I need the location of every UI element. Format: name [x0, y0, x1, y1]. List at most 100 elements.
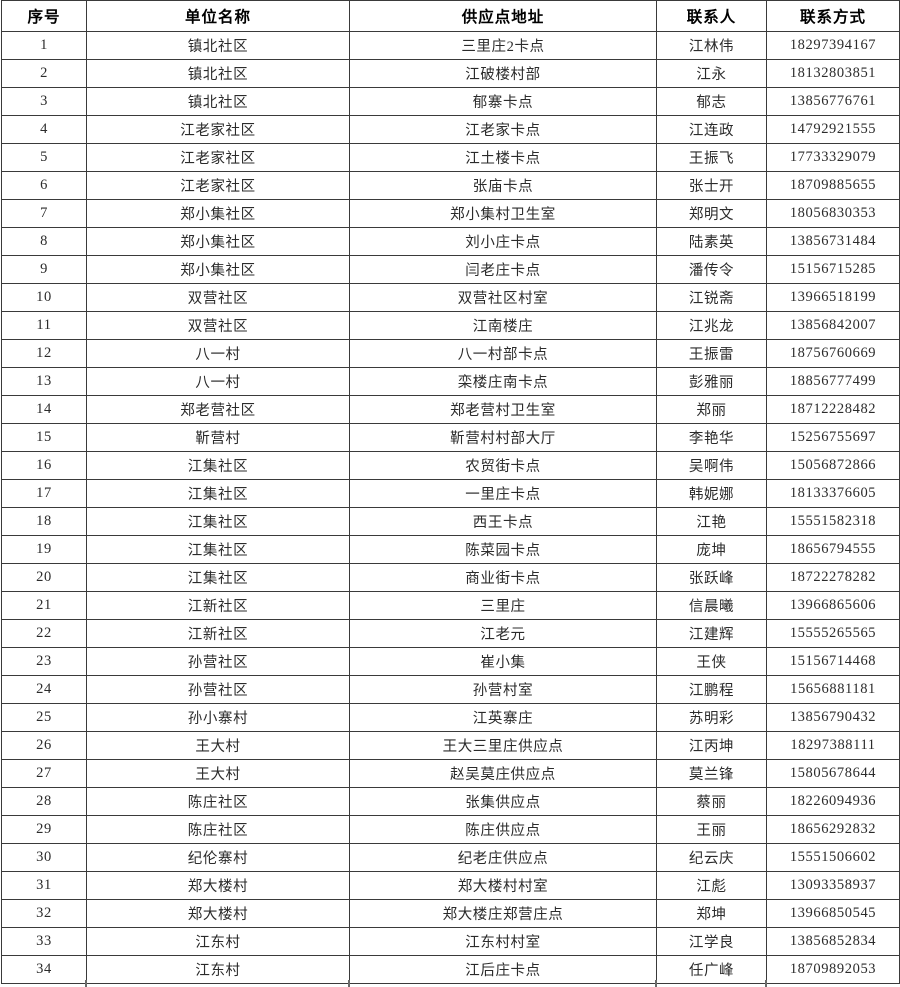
cell-person: 江锐斋: [656, 283, 767, 312]
table-row: 3 镇北社区 郁寨卡点 郁志 13856776761: [1, 87, 900, 116]
cell-no: 16: [1, 451, 87, 480]
cell-phone: 15805678644: [766, 759, 900, 788]
table-row: 25 孙小寨村 江英寨庄 苏明彩 13856790432: [1, 703, 900, 732]
cell-phone: 15156714468: [766, 647, 900, 676]
table-row: 2 镇北社区 江破楼村部 江永 18132803851: [1, 59, 900, 88]
cell-unit: 郑小集社区: [86, 255, 350, 284]
cell-phone: 18056830353: [766, 199, 900, 228]
cell-unit: 八一村: [86, 339, 350, 368]
cell-address: 张庙卡点: [349, 171, 657, 200]
table-row: 33 江东村 江东村村室 江学良 13856852834: [1, 927, 900, 956]
cell-phone: 13856776761: [766, 87, 900, 116]
cell-phone: 15256755697: [766, 423, 900, 452]
cell-address: 靳营村村部大厅: [349, 423, 657, 452]
cell-unit: 镇北社区: [86, 87, 350, 116]
table-row: 10 双营社区 双营社区村室 江锐斋 13966518199: [1, 283, 900, 312]
table-row: 23 孙营社区 崔小集 王侠 15156714468: [1, 647, 900, 676]
table-row: 28 陈庄社区 张集供应点 蔡丽 18226094936: [1, 787, 900, 816]
cell-no: 14: [1, 395, 87, 424]
supply-points-table: 序号 单位名称 供应点地址 联系人 联系方式 1 镇北社区 三里庄2卡点 江林伟 1829739…: [1, 0, 900, 984]
cell-person: 张士开: [656, 171, 767, 200]
cell-phone: 18656794555: [766, 535, 900, 564]
cell-unit: 江东村: [86, 927, 350, 956]
cell-address: 郁寨卡点: [349, 87, 657, 116]
cell-no: 5: [1, 143, 87, 172]
cell-person: 郁志: [656, 87, 767, 116]
cell-phone: 13966865606: [766, 591, 900, 620]
cell-person: 江学良: [656, 927, 767, 956]
cell-person: 江建辉: [656, 619, 767, 648]
cell-address: 江英寨庄: [349, 703, 657, 732]
cell-no: 23: [1, 647, 87, 676]
cell-unit: 王大村: [86, 731, 350, 760]
cell-phone: 18132803851: [766, 59, 900, 88]
cell-no: 2: [1, 59, 87, 88]
cell-no: 10: [1, 283, 87, 312]
cell-address: 八一村部卡点: [349, 339, 657, 368]
cell-no: 4: [1, 115, 87, 144]
cell-address: 江南楼庄: [349, 311, 657, 340]
cell-phone: 14792921555: [766, 115, 900, 144]
cell-person: 江兆龙: [656, 311, 767, 340]
cell-phone: 18226094936: [766, 787, 900, 816]
table-row: 24 孙营社区 孙营村室 江鹏程 15656881181: [1, 675, 900, 704]
cell-unit: 江新社区: [86, 619, 350, 648]
table-row: 4 江老家社区 江老家卡点 江连政 14792921555: [1, 115, 900, 144]
column-header-unit: 单位名称: [86, 0, 350, 32]
cell-unit: 镇北社区: [86, 59, 350, 88]
cell-no: 22: [1, 619, 87, 648]
cell-unit: 八一村: [86, 367, 350, 396]
cell-person: 郑坤: [656, 899, 767, 928]
table-row: 21 江新社区 三里庄 信晨曦 13966865606: [1, 591, 900, 620]
table-row: 17 江集社区 一里庄卡点 韩妮娜 18133376605: [1, 479, 900, 508]
cell-phone: 18133376605: [766, 479, 900, 508]
cell-person: 江鹏程: [656, 675, 767, 704]
cell-unit: 江老家社区: [86, 171, 350, 200]
cell-phone: 18656292832: [766, 815, 900, 844]
cell-person: 张跃峰: [656, 563, 767, 592]
table-row: 8 郑小集社区 刘小庄卡点 陆素英 13856731484: [1, 227, 900, 256]
cell-no: 33: [1, 927, 87, 956]
cell-person: 纪云庆: [656, 843, 767, 872]
table-row: 30 纪伦寨村 纪老庄供应点 纪云庆 15551506602: [1, 843, 900, 872]
cell-address: 陈菜园卡点: [349, 535, 657, 564]
cell-no: 30: [1, 843, 87, 872]
cell-phone: 15555265565: [766, 619, 900, 648]
cell-unit: 陈庄社区: [86, 787, 350, 816]
cell-unit: 郑小集社区: [86, 199, 350, 228]
cell-phone: 13856842007: [766, 311, 900, 340]
cell-address: 郑老营村卫生室: [349, 395, 657, 424]
table-row: 14 郑老营社区 郑老营村卫生室 郑丽 18712228482: [1, 395, 900, 424]
table-row: 19 江集社区 陈菜园卡点 庞坤 18656794555: [1, 535, 900, 564]
table-row: 18 江集社区 西王卡点 江艳 15551582318: [1, 507, 900, 536]
cell-unit: 郑小集社区: [86, 227, 350, 256]
partial-cell-no: [1, 980, 86, 987]
cell-person: 江彪: [656, 871, 767, 900]
table-header-row: 序号 单位名称 供应点地址 联系人 联系方式: [1, 0, 900, 32]
cell-phone: 15156715285: [766, 255, 900, 284]
cell-unit: 镇北社区: [86, 31, 350, 60]
table-row: 20 江集社区 商业街卡点 张跃峰 18722278282: [1, 563, 900, 592]
cell-address: 江破楼村部: [349, 59, 657, 88]
cell-unit: 王大村: [86, 759, 350, 788]
cell-address: 农贸街卡点: [349, 451, 657, 480]
table-row: 7 郑小集社区 郑小集村卫生室 郑明文 18056830353: [1, 199, 900, 228]
column-header-address: 供应点地址: [349, 0, 657, 32]
cell-phone: 18709885655: [766, 171, 900, 200]
cell-address: 王大三里庄供应点: [349, 731, 657, 760]
cell-no: 31: [1, 871, 87, 900]
cell-no: 6: [1, 171, 87, 200]
cell-person: 彭雅丽: [656, 367, 767, 396]
cell-unit: 郑大楼村: [86, 899, 350, 928]
cell-address: 商业街卡点: [349, 563, 657, 592]
table-row: 22 江新社区 江老元 江建辉 15555265565: [1, 619, 900, 648]
cell-phone: 15551582318: [766, 507, 900, 536]
cell-unit: 孙营社区: [86, 675, 350, 704]
cell-person: 江林伟: [656, 31, 767, 60]
partial-cell-address: [349, 980, 656, 987]
cell-phone: 15656881181: [766, 675, 900, 704]
cell-unit: 江集社区: [86, 479, 350, 508]
next-row-partial: [1, 980, 899, 987]
cell-address: 赵吴莫庄供应点: [349, 759, 657, 788]
table-row: 32 郑大楼村 郑大楼庄郑营庄点 郑坤 13966850545: [1, 899, 900, 928]
